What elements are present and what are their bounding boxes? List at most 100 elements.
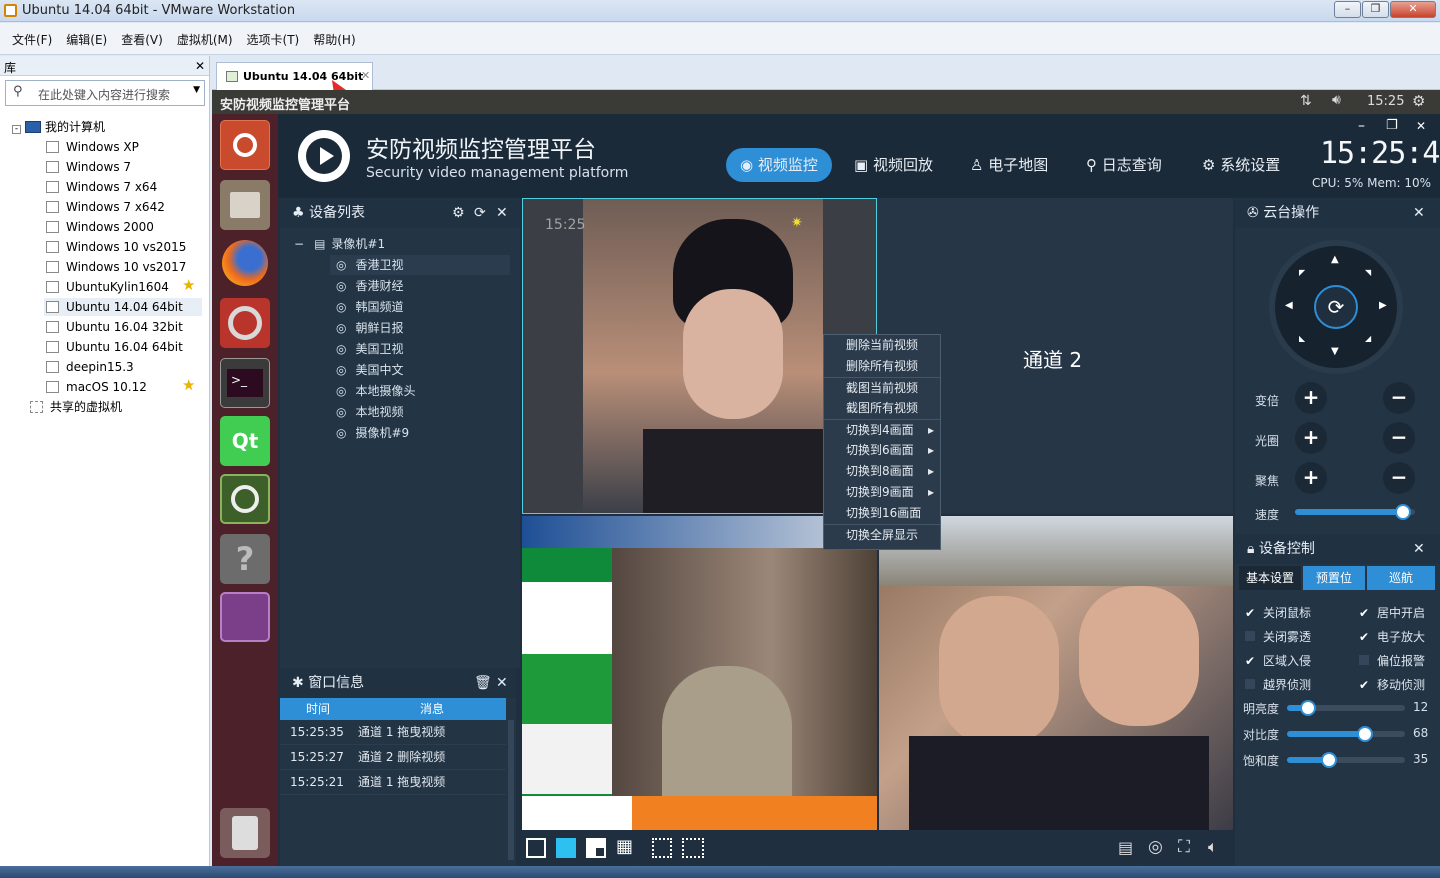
nav-playback[interactable]: ▣ 视频回放 <box>844 148 943 182</box>
nav-settings[interactable]: ⚙ 系统设置 <box>1192 148 1290 182</box>
layout-6-icon[interactable] <box>586 838 606 858</box>
system-time[interactable]: 15:25 <box>1367 94 1404 109</box>
collapse-icon[interactable]: − <box>294 237 304 251</box>
iris-open-button[interactable]: + <box>1295 422 1327 454</box>
layout-1-icon[interactable] <box>526 838 546 858</box>
vm-item[interactable]: Windows 7 <box>46 158 131 176</box>
vm-item[interactable]: Ubuntu 16.04 32bit <box>46 318 183 336</box>
qt-creator-icon[interactable]: Qt <box>220 416 270 466</box>
ctx-switch-16[interactable]: 切换到16画面 <box>824 503 940 524</box>
vm-item[interactable]: Windows 10 vs2017 <box>46 258 186 276</box>
tab-cruise[interactable]: 巡航 <box>1367 566 1435 590</box>
vm-item[interactable]: Ubuntu 14.04 64bit <box>44 298 202 316</box>
restore-button[interactable]: ❐ <box>1362 1 1389 18</box>
option-checkbox[interactable]: 关闭雾透 <box>1245 628 1311 645</box>
option-checkbox[interactable]: ✔ 关闭鼠标 <box>1245 604 1311 621</box>
option-checkbox[interactable]: ✔ 电子放大 <box>1359 628 1425 645</box>
device-list-close-icon[interactable]: ✕ <box>496 198 508 228</box>
ctx-delete-all[interactable]: 删除所有视频 <box>824 356 940 377</box>
ptz-upleft-icon[interactable]: ◤ <box>1299 268 1305 277</box>
app-minimize-icon[interactable]: – <box>1358 118 1365 134</box>
menu-edit[interactable]: 编辑(E) <box>59 23 114 48</box>
tab-basic[interactable]: 基本设置 <box>1239 566 1301 590</box>
files-icon[interactable] <box>220 180 270 230</box>
layout-16-icon[interactable] <box>682 838 704 858</box>
nav-logs[interactable]: ⚲ 日志查询 <box>1076 148 1172 182</box>
record-icon[interactable]: ▤ <box>1118 838 1133 857</box>
ptz-down-icon[interactable]: ▼ <box>1331 346 1339 357</box>
option-checkbox[interactable]: 越界侦测 <box>1245 676 1311 693</box>
vm-item[interactable]: Windows 10 vs2015 <box>46 238 186 256</box>
ptz-reset-icon[interactable]: ⟳ <box>1314 285 1358 329</box>
image-slider-knob[interactable] <box>1300 700 1317 716</box>
log-scrollbar[interactable] <box>508 720 514 860</box>
network-icon[interactable]: ⇅ <box>1300 93 1312 109</box>
option-checkbox[interactable]: ✔ 移动侦测 <box>1359 676 1425 693</box>
ctx-snapshot-current[interactable]: 截图当前视频 <box>824 377 940 398</box>
menu-vm[interactable]: 虚拟机(M) <box>170 23 240 48</box>
image-slider[interactable] <box>1287 726 1405 742</box>
fullscreen-icon[interactable]: ⛶ <box>1178 837 1190 857</box>
snapshot-icon[interactable]: ◎ <box>1148 837 1163 857</box>
ptz-downleft-icon[interactable]: ◣ <box>1299 334 1305 343</box>
channel-item[interactable]: ◎ 香港卫视 <box>330 255 510 275</box>
ctx-switch-8[interactable]: 切换到8画面 ▸ <box>824 461 940 482</box>
channel-item[interactable]: ◎ 本地视频 <box>336 402 404 422</box>
recorder-node[interactable]: − ▤ 录像机#1 <box>294 234 385 254</box>
log-row[interactable]: 15:25:35 通道 1 拖曳视频 <box>280 720 506 745</box>
tab-preset[interactable]: 预置位 <box>1303 566 1365 590</box>
trash-icon[interactable] <box>220 808 270 858</box>
terminal-icon[interactable]: >_ <box>220 358 270 408</box>
video-channel-4[interactable] <box>879 516 1233 830</box>
menu-help[interactable]: 帮助(H) <box>306 23 362 48</box>
ctx-snapshot-all[interactable]: 截图所有视频 <box>824 398 940 419</box>
library-search-input[interactable]: ⚲ 在此处键入内容进行搜索 ▼ <box>5 80 205 106</box>
device-control-close-icon[interactable]: ✕ <box>1413 534 1425 564</box>
ubuntu-dash-icon[interactable] <box>220 120 270 170</box>
channel-item[interactable]: ◎ 美国中文 <box>336 360 404 380</box>
vm-item[interactable]: deepin15.3 <box>46 358 134 376</box>
ptz-downright-icon[interactable]: ◢ <box>1365 334 1371 343</box>
channel-item[interactable]: ◎ 本地摄像头 <box>336 381 416 401</box>
vm-item[interactable]: macOS 10.12 <box>46 378 147 396</box>
tree-root[interactable]: - 我的计算机 <box>12 118 105 136</box>
window-info-close-icon[interactable]: ✕ <box>496 668 508 698</box>
vm-item[interactable]: Ubuntu 16.04 64bit <box>46 338 183 356</box>
ctx-switch-6[interactable]: 切换到6画面 ▸ <box>824 440 940 461</box>
app-restore-icon[interactable]: ❐ <box>1386 118 1398 133</box>
firefox-icon[interactable] <box>220 238 270 288</box>
video-channel-3[interactable] <box>522 516 877 830</box>
refresh-icon[interactable]: ⟳ <box>474 198 486 228</box>
layout-8-icon[interactable]: ▦ <box>616 836 633 857</box>
image-slider-knob[interactable] <box>1356 726 1373 742</box>
vm-item[interactable]: Windows 2000 <box>46 218 154 236</box>
ptz-upright-icon[interactable]: ◥ <box>1365 268 1371 277</box>
sound-icon[interactable]: 🔈︎ <box>1208 837 1218 857</box>
settings-gear-icon[interactable]: ⚙ <box>1412 92 1425 110</box>
close-window-button[interactable]: ✕ <box>1390 1 1436 18</box>
channel-item[interactable]: ◎ 香港财经 <box>336 276 404 296</box>
option-checkbox[interactable]: ✔ 区域入侵 <box>1245 652 1311 669</box>
software-updater-icon[interactable] <box>220 474 270 524</box>
zoom-out-button[interactable]: − <box>1383 382 1415 414</box>
menu-tabs[interactable]: 选项卡(T) <box>240 23 307 48</box>
ptz-up-icon[interactable]: ▲ <box>1331 254 1339 265</box>
ptz-direction-pad[interactable]: ▲ ▼ ◀ ▶ ◤ ◥ ◣ ◢ ⟳ <box>1269 240 1403 374</box>
nav-map[interactable]: ♙ 电子地图 <box>960 148 1058 182</box>
focus-near-button[interactable]: + <box>1295 462 1327 494</box>
channel-item[interactable]: ◎ 韩国频道 <box>336 297 404 317</box>
option-checkbox[interactable]: 偏位报警 <box>1359 652 1425 669</box>
library-close-icon[interactable]: ✕ <box>195 59 205 73</box>
menu-file[interactable]: 文件(F) <box>5 23 59 48</box>
device-settings-icon[interactable]: ⚙ <box>452 198 465 228</box>
tree-shared[interactable]: 共享的虚拟机 <box>30 398 122 416</box>
search-dropdown-icon[interactable]: ▼ <box>193 85 200 95</box>
delete-log-icon[interactable]: 🗑︎ <box>474 668 492 698</box>
vm-item[interactable]: Windows XP <box>46 138 139 156</box>
log-row[interactable]: 15:25:21 通道 1 拖曳视频 <box>280 770 506 795</box>
ctx-switch-9[interactable]: 切换到9画面 ▸ <box>824 482 940 503</box>
zoom-in-button[interactable]: + <box>1295 382 1327 414</box>
focus-far-button[interactable]: − <box>1383 462 1415 494</box>
app-close-icon[interactable]: ✕ <box>1416 119 1426 133</box>
vm-item[interactable]: Windows 7 x642 <box>46 198 165 216</box>
